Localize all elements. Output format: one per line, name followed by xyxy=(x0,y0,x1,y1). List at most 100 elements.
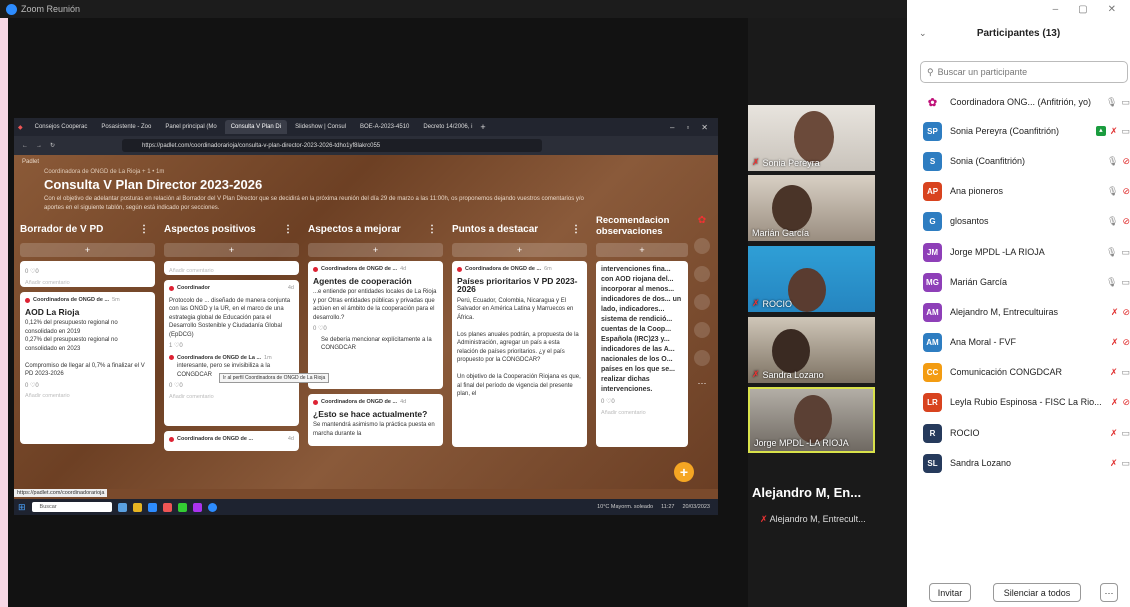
taskbar-app-icon[interactable] xyxy=(162,502,172,512)
share-icon[interactable] xyxy=(694,238,710,254)
mic-icon[interactable]: 🎙 xyxy=(1107,186,1118,197)
participant-row[interactable]: CC Comunicación CONGDCAR ✗ ▭ xyxy=(923,362,1130,382)
add-post-button[interactable]: + xyxy=(20,243,155,257)
address-bar[interactable]: https://padlet.com/coordinadorarioja/con… xyxy=(122,139,542,152)
video-tile[interactable]: ✗ ROCIO xyxy=(748,246,875,312)
post-card[interactable]: Coordinadora de ONGD de ... 4d Agentes de… xyxy=(308,261,443,389)
post-card[interactable]: Coordinadora de ONGD de ... 5m AOD La Rio… xyxy=(20,292,155,444)
minimize-icon[interactable]: – xyxy=(1053,4,1059,15)
maximize-icon[interactable]: ▢ xyxy=(1078,4,1087,15)
mic-icon[interactable]: 🎙 xyxy=(1106,247,1117,258)
comment-input[interactable]: Añadir comentario xyxy=(25,392,150,401)
browser-tab[interactable]: Slideshow | Consul xyxy=(289,120,352,134)
post-card[interactable]: Coordinadora de ONGD de ... 4d xyxy=(164,431,299,451)
mic-muted-icon[interactable]: ✗ xyxy=(1110,367,1118,378)
more-options-button[interactable]: ··· xyxy=(1100,583,1118,602)
comment-input[interactable]: Añadir comentario xyxy=(169,393,294,402)
mic-icon[interactable]: 🎙 xyxy=(1107,216,1118,227)
camera-off-icon[interactable]: ⊘ xyxy=(1122,156,1130,167)
mic-muted-icon[interactable]: ✗ xyxy=(1110,428,1118,439)
post-card[interactable]: Coordinadora de ONGD de ... 6m Países pri… xyxy=(452,261,587,447)
minimize-icon[interactable]: – xyxy=(670,123,674,132)
more-icon[interactable]: ··· xyxy=(698,378,707,388)
mic-icon[interactable]: 🎙 xyxy=(1106,277,1117,288)
participant-row[interactable]: R ROCIO ✗ ▭ xyxy=(923,423,1130,443)
post-author[interactable]: Coordinador 4d xyxy=(169,284,294,293)
participant-row[interactable]: AM Ana Moral - FVF ✗ ⊘ xyxy=(923,332,1130,352)
add-post-button[interactable]: + xyxy=(452,243,587,257)
participant-row[interactable]: MG Marián García 🎙 ▭ xyxy=(923,272,1130,292)
browser-tab[interactable]: Panel principal (Mo xyxy=(159,120,222,134)
add-post-button[interactable]: + xyxy=(596,243,688,257)
slideshow-icon[interactable] xyxy=(694,266,710,282)
camera-icon[interactable]: ▭ xyxy=(1121,126,1130,137)
taskbar-app-icon[interactable] xyxy=(147,502,157,512)
post-card[interactable]: Coordinador 4d Protocolo de ... diseñado … xyxy=(164,280,299,426)
camera-off-icon[interactable]: ⊘ xyxy=(1122,307,1130,318)
participant-row[interactable]: ✿ Coordinadora ONG... (Anfitrión, yo) 🎙 ▭ xyxy=(923,92,1130,112)
camera-off-icon[interactable]: ⊘ xyxy=(1122,216,1130,227)
post-author[interactable]: Coordinadora de ONGD de ... 4d xyxy=(313,265,438,274)
post-card[interactable]: Coordinadora de ONGD de ... 4d ¿Esto se h… xyxy=(308,394,443,446)
camera-icon[interactable]: ▭ xyxy=(1121,277,1130,288)
mic-muted-icon[interactable]: ✗ xyxy=(1111,307,1119,318)
taskbar-app-icon[interactable] xyxy=(132,502,142,512)
taskbar-app-icon[interactable] xyxy=(117,502,127,512)
participant-search-input[interactable]: ⚲ Buscar un participante xyxy=(920,61,1128,83)
participant-row[interactable]: JM Jorge MPDL -LA RIOJA 🎙 ▭ xyxy=(923,242,1130,262)
camera-icon[interactable]: ▭ xyxy=(1121,458,1130,469)
maximize-icon[interactable]: ▫ xyxy=(686,123,689,132)
post-reactions[interactable]: 1 ♡0 xyxy=(169,342,294,351)
column-menu-icon[interactable]: ⋮ xyxy=(283,224,293,235)
mic-muted-icon[interactable]: ✗ xyxy=(1110,126,1118,137)
video-tile[interactable]: ✗ Sandra Lozano xyxy=(748,317,875,383)
camera-icon[interactable]: ▭ xyxy=(1121,367,1130,378)
participant-row[interactable]: G glosantos 🎙 ⊘ xyxy=(923,211,1130,231)
browser-tab[interactable]: Posasistente - Zoo xyxy=(95,120,157,134)
post-card[interactable]: 0 ♡0 Añadir comentario xyxy=(20,261,155,287)
post-card[interactable]: intervenciones fina... con AOD riojana d… xyxy=(596,261,688,447)
taskbar-app-icon[interactable] xyxy=(177,502,187,512)
participant-row[interactable]: SP Sonia Pereyra (Coanfitrión) ▴ ✗ ▭ xyxy=(923,121,1130,141)
browser-tab-active[interactable]: Consulta V Plan Di xyxy=(224,120,288,134)
camera-icon[interactable]: ▭ xyxy=(1121,97,1130,108)
post-author[interactable]: Coordinadora de ONGD de ... 5m xyxy=(25,296,150,305)
column-menu-icon[interactable]: ⋮ xyxy=(139,224,149,235)
post-card[interactable]: Añadir comentario xyxy=(164,261,299,275)
taskbar-search[interactable]: Buscar xyxy=(31,502,112,512)
participant-row[interactable]: AP Ana pioneros 🎙 ⊘ xyxy=(923,181,1130,201)
column-menu-icon[interactable]: ⋮ xyxy=(427,224,437,235)
add-post-button[interactable]: + xyxy=(164,243,299,257)
post-author[interactable]: Coordinadora de ONGD de ... 6m xyxy=(457,265,582,274)
participant-row[interactable]: S Sonia (Coanfitrión) 🎙 ⊘ xyxy=(923,151,1130,171)
column-menu-icon[interactable]: ⋮ xyxy=(571,224,581,235)
mic-muted-icon[interactable]: ✗ xyxy=(1111,337,1119,348)
video-tile[interactable]: Marián García xyxy=(748,175,875,241)
settings-icon[interactable] xyxy=(694,350,710,366)
mic-icon[interactable]: 🎙 xyxy=(1106,97,1117,108)
browser-tab[interactable]: BOE-A-2023-4510 xyxy=(354,120,415,134)
camera-off-icon[interactable]: ⊘ xyxy=(1122,337,1130,348)
browser-tab[interactable]: Consejos Cooperac xyxy=(29,120,94,134)
close-icon[interactable]: ✕ xyxy=(701,123,708,132)
taskbar-app-icon[interactable] xyxy=(207,502,217,512)
post-reactions[interactable]: 0 ♡0 xyxy=(25,382,150,391)
forward-icon[interactable]: → xyxy=(36,143,42,149)
add-post-fab[interactable]: + xyxy=(674,462,694,482)
video-tile-active-speaker[interactable]: Jorge MPDL -LA RIOJA xyxy=(748,387,875,453)
browser-tab[interactable]: Decreto 14/2006, i xyxy=(417,120,478,134)
taskbar-app-icon[interactable] xyxy=(192,502,202,512)
camera-icon[interactable]: ▭ xyxy=(1121,247,1130,258)
invite-button[interactable]: Invitar xyxy=(929,583,971,602)
participant-row[interactable]: LR Leyla Rubio Espinosa - FISC La Rio...… xyxy=(923,392,1130,412)
post-reactions[interactable]: 0 ♡0 xyxy=(313,325,438,334)
comment-input[interactable]: Añadir comentario xyxy=(601,409,683,418)
back-icon[interactable]: ← xyxy=(22,143,28,149)
post-author[interactable]: Coordinadora de ONGD de ... 4d xyxy=(313,398,438,407)
browser-menu-icon[interactable]: ◆ xyxy=(18,124,23,131)
participant-row[interactable]: SL Sandra Lozano ✗ ▭ xyxy=(923,453,1130,473)
participant-row[interactable]: AM Alejandro M, Entrecultuiras ✗ ⊘ xyxy=(923,302,1130,322)
mute-all-button[interactable]: Silenciar a todos xyxy=(993,583,1081,602)
mic-muted-icon[interactable]: ✗ xyxy=(1111,397,1119,408)
video-tile[interactable]: ✗ Sonia Pereyra xyxy=(748,105,875,171)
